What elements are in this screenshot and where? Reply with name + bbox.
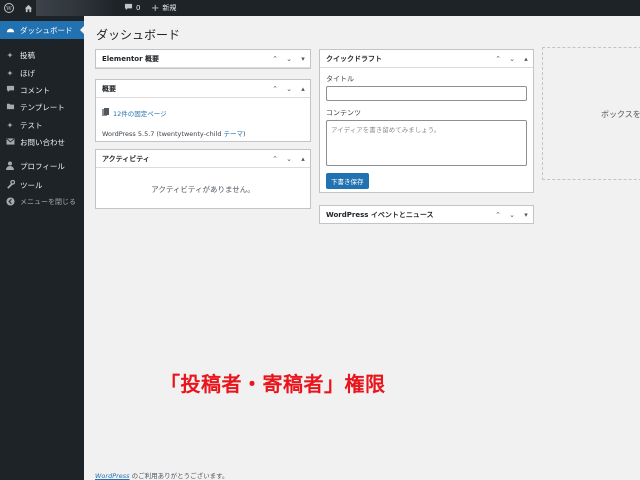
wordpress-logo-icon[interactable]: W xyxy=(2,0,16,16)
title-label: タイトル xyxy=(326,75,354,83)
postbox-header[interactable]: クイックドラフト ⌃ ⌄ ▴ xyxy=(320,50,533,68)
sidebar-item-label: メニューを閉じる xyxy=(20,198,76,206)
chevron-up-icon[interactable]: ⌃ xyxy=(491,211,505,219)
home-icon[interactable] xyxy=(22,0,34,16)
chevron-up-icon[interactable]: ⌃ xyxy=(268,85,282,93)
postbox-title: 概要 xyxy=(102,84,116,93)
sidebar-item-profile[interactable]: プロフィール xyxy=(0,157,84,175)
comment-icon xyxy=(5,85,15,95)
pages-count-row: 12件の固定ページ xyxy=(102,108,304,118)
version-text: WordPress 5.5.7 (twentytwenty-child xyxy=(102,130,224,138)
sidebar-item-templates[interactable]: テンプレート xyxy=(0,98,84,116)
site-name-link[interactable] xyxy=(36,0,116,16)
sidebar-item-dashboard[interactable]: ダッシュボード xyxy=(0,21,84,39)
comments-link[interactable]: 0 xyxy=(124,0,140,16)
chevron-down-icon[interactable]: ⌄ xyxy=(282,155,296,163)
pages-icon xyxy=(102,108,109,118)
content-placeholder: アイディアを書き留めてみましょう。 xyxy=(331,126,441,134)
sidebar-item-label: ツール xyxy=(20,180,43,190)
postbox-title: アクティビティ xyxy=(102,154,150,163)
sidebar-item-label: テンプレート xyxy=(20,102,65,112)
postbox-title: WordPress イベントとニュース xyxy=(326,210,434,219)
caret-up-icon[interactable]: ▴ xyxy=(296,85,310,93)
dashboard-icon xyxy=(5,25,15,36)
svg-text:W: W xyxy=(6,6,12,12)
postbox-header[interactable]: Elementor 概要 ⌃ ⌄ ▾ xyxy=(96,50,310,68)
collapse-icon xyxy=(5,196,15,208)
mail-icon xyxy=(5,137,15,147)
chevron-down-icon[interactable]: ⌄ xyxy=(282,85,296,93)
folder-icon xyxy=(5,102,15,112)
new-label: 新規 xyxy=(162,4,177,12)
caret-down-icon[interactable]: ▾ xyxy=(296,55,310,63)
save-draft-button[interactable]: 下書き保存 xyxy=(326,173,369,189)
sidebar-item-label: テスト xyxy=(20,120,43,130)
admin-sidebar: ダッシュボード ✦ 投稿 ✦ ほげ コメント テンプレート ✦ テスト お問い合… xyxy=(0,16,84,480)
sidebar-item-comments[interactable]: コメント xyxy=(0,81,84,99)
caret-down-icon[interactable]: ▾ xyxy=(519,211,533,219)
sidebar-item-tools[interactable]: ツール xyxy=(0,176,84,194)
sidebar-item-label: プロフィール xyxy=(20,161,65,171)
sidebar-item-hoge[interactable]: ✦ ほげ xyxy=(0,64,84,82)
comments-count: 0 xyxy=(136,4,141,12)
new-content-link[interactable]: + 新規 xyxy=(151,0,176,16)
chevron-up-icon[interactable]: ⌃ xyxy=(491,55,505,63)
postbox-title: クイックドラフト xyxy=(326,54,382,63)
footer-wordpress-link[interactable]: WordPress xyxy=(95,472,130,480)
pin-icon: ✦ xyxy=(6,50,14,60)
sidebar-item-contact[interactable]: お問い合わせ xyxy=(0,133,84,151)
title-input[interactable] xyxy=(326,86,527,101)
sidebar-item-test[interactable]: ✦ テスト xyxy=(0,116,84,134)
content-textarea[interactable]: アイディアを書き留めてみましょう。 xyxy=(326,120,527,166)
overlay-caption: 「投稿者・寄稿者」権限 xyxy=(160,372,386,396)
sidebar-item-label: ダッシュボード xyxy=(20,25,73,35)
chevron-down-icon[interactable]: ⌄ xyxy=(505,55,519,63)
sidebar-item-label: ほげ xyxy=(20,68,35,78)
pin-icon: ✦ xyxy=(6,120,14,130)
sidebar-item-label: コメント xyxy=(20,85,50,95)
chevron-up-icon[interactable]: ⌃ xyxy=(268,155,282,163)
elementor-overview-box: Elementor 概要 ⌃ ⌄ ▾ xyxy=(95,49,311,69)
pin-icon: ✦ xyxy=(6,68,14,78)
sidebar-item-label: お問い合わせ xyxy=(20,137,65,147)
sidebar-item-posts[interactable]: ✦ 投稿 xyxy=(0,46,84,64)
version-info: WordPress 5.5.7 (twentytwenty-child テーマ) xyxy=(102,128,304,138)
postbox-header[interactable]: 概要 ⌃ ⌄ ▴ xyxy=(96,80,310,98)
content-label: コンテンツ xyxy=(326,109,361,117)
postbox-header[interactable]: WordPress イベントとニュース ⌃ ⌄ ▾ xyxy=(320,206,533,223)
sidebar-item-label: 投稿 xyxy=(20,50,35,60)
quick-draft-box: クイックドラフト ⌃ ⌄ ▴ タイトル コンテンツ アイディアを書き留めてみまし… xyxy=(319,49,534,193)
at-a-glance-box: 概要 ⌃ ⌄ ▴ 12件の固定ページ WordPress 5.5.7 (twen… xyxy=(95,79,311,142)
dropzone-text: ボックスを xyxy=(601,110,640,119)
pages-count-link[interactable]: 12件の固定ページ xyxy=(113,108,167,118)
collapse-menu-button[interactable]: メニューを閉じる xyxy=(0,193,84,211)
page-title: ダッシュボード xyxy=(96,28,181,42)
wrench-icon xyxy=(5,179,15,191)
admin-bar: W 0 + 新規 xyxy=(0,0,640,16)
activity-box: アクティビティ ⌃ ⌄ ▴ アクティビティがありません。 xyxy=(95,149,311,209)
user-icon xyxy=(5,161,15,172)
version-suffix: ) xyxy=(243,130,246,138)
events-news-box: WordPress イベントとニュース ⌃ ⌄ ▾ xyxy=(319,205,534,224)
comment-bubble-icon xyxy=(124,3,133,13)
plus-icon: + xyxy=(151,2,160,14)
postbox-title: Elementor 概要 xyxy=(102,54,159,63)
footer-thanks: WordPress のご利用ありがとうございます。 xyxy=(95,470,229,480)
footer-text: のご利用ありがとうございます。 xyxy=(129,472,229,480)
caret-up-icon[interactable]: ▴ xyxy=(296,155,310,163)
caret-up-icon[interactable]: ▴ xyxy=(519,55,533,63)
activity-empty-message: アクティビティがありません。 xyxy=(151,185,255,194)
postbox-header[interactable]: アクティビティ ⌃ ⌄ ▴ xyxy=(96,150,310,168)
theme-link[interactable]: テーマ xyxy=(224,130,244,138)
chevron-up-icon[interactable]: ⌃ xyxy=(268,55,282,63)
chevron-down-icon[interactable]: ⌄ xyxy=(282,55,296,63)
chevron-down-icon[interactable]: ⌄ xyxy=(505,211,519,219)
